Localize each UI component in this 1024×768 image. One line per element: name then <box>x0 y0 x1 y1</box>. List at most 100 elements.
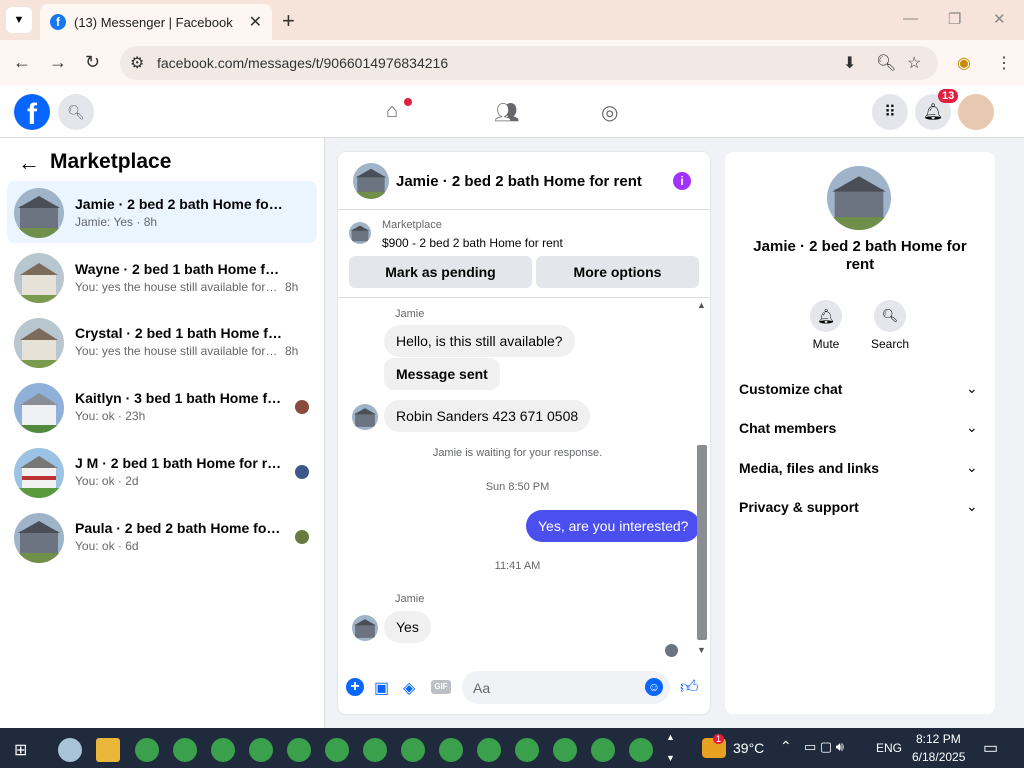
chrome-icon[interactable] <box>629 738 653 762</box>
details-avatar <box>827 166 891 230</box>
read-receipt-avatar <box>295 465 309 479</box>
chevron-up-icon[interactable]: ⌃ <box>780 738 792 755</box>
forward-icon[interactable]: → <box>49 52 67 73</box>
conversation-snippet: You: ok · 23h <box>75 409 146 423</box>
chrome-icon[interactable] <box>173 738 197 762</box>
install-app-icon[interactable]: ⬇ <box>843 53 856 73</box>
chrome-icon[interactable] <box>553 738 577 762</box>
app-icon[interactable] <box>58 738 82 762</box>
message-bubble[interactable]: Robin Sanders 423 671 0508 <box>384 400 591 432</box>
conversation-snippet: Jamie: Yes · 8h <box>75 215 158 229</box>
close-tab-icon[interactable]: ✕ <box>249 12 262 32</box>
search-button[interactable]: 🔍︎ <box>58 94 94 130</box>
facebook-logo-icon[interactable]: f <box>14 94 50 130</box>
system-tray-icons[interactable]: ▭ ▢ 🔊︎ <box>804 739 844 755</box>
chrome-icon[interactable] <box>401 738 425 762</box>
sticker-icon[interactable]: ◈ <box>403 678 415 698</box>
my-message-bubble[interactable]: Yes, are you interested? <box>526 510 701 542</box>
back-icon[interactable]: ← <box>13 52 31 73</box>
browser-tab[interactable]: f (13) Messenger | Facebook ✕ <box>40 4 272 40</box>
search-conversation-button[interactable]: 🔍︎ <box>874 300 906 332</box>
chrome-icon[interactable] <box>515 738 539 762</box>
message-input[interactable] <box>462 671 670 704</box>
message-bubble[interactable]: Hello, is this still available? <box>384 325 575 357</box>
account-avatar[interactable] <box>958 94 994 130</box>
notification-center-icon[interactable]: ▭ <box>983 738 998 758</box>
site-info-icon[interactable]: ⚙ <box>130 53 144 73</box>
conversation-snippet: You: ok · 2d <box>75 474 139 488</box>
scrollbar-thumb[interactable] <box>697 445 707 640</box>
bell-icon: 🔔︎ <box>922 104 944 121</box>
mute-button[interactable]: 🔔︎ <box>810 300 842 332</box>
listing-description[interactable]: $900 - 2 bed 2 bath Home for rent <box>382 236 563 250</box>
gif-icon[interactable]: GIF <box>431 680 451 694</box>
emoji-icon[interactable]: ☺ <box>645 678 663 696</box>
chrome-icon[interactable] <box>477 738 501 762</box>
taskbar-scroll-down-icon[interactable]: ▼ <box>666 753 675 763</box>
minimize-icon[interactable]: — <box>903 10 918 27</box>
profile-icon[interactable]: ◉ <box>957 53 971 73</box>
privacy-support-section[interactable]: Privacy & support <box>739 499 859 515</box>
chrome-icon[interactable] <box>439 738 463 762</box>
close-window-icon[interactable]: ✕ <box>993 10 1006 28</box>
chrome-icon[interactable] <box>211 738 235 762</box>
chat-title[interactable]: Jamie · 2 bed 2 bath Home for rent <box>396 173 642 190</box>
scroll-up-icon[interactable]: ▲ <box>697 300 706 310</box>
chrome-icon[interactable] <box>287 738 311 762</box>
tab-search-button[interactable]: ▼ <box>6 7 32 33</box>
conversation-snippet: You: yes the house still available for r… <box>75 344 280 358</box>
message-bubble[interactable]: Yes <box>384 611 431 643</box>
file-explorer-icon[interactable] <box>96 738 120 762</box>
menu-grid-button[interactable]: ⠿ <box>872 94 908 130</box>
notification-badge: 13 <box>938 89 959 103</box>
zoom-icon[interactable]: 🔍︎ <box>876 53 896 73</box>
chevron-down-icon[interactable]: ⌄ <box>966 498 978 515</box>
weather-temp[interactable]: 39°C <box>733 740 764 756</box>
language-indicator[interactable]: ENG <box>876 741 902 755</box>
bookmark-star-icon[interactable]: ☆ <box>907 53 921 73</box>
read-receipt-avatar <box>295 530 309 544</box>
chat-scrollbar[interactable] <box>697 300 707 655</box>
customize-chat-section[interactable]: Customize chat <box>739 381 842 397</box>
chrome-icon[interactable] <box>363 738 387 762</box>
restore-icon[interactable]: ❐ <box>948 10 961 28</box>
thumbs-up-icon[interactable]: 👍︎ <box>680 676 699 698</box>
conversation-time: 8h <box>285 280 299 294</box>
message-sent-card[interactable]: Message sent <box>384 358 500 390</box>
chat-avatar[interactable] <box>353 163 389 199</box>
photo-icon[interactable]: ▣ <box>374 678 389 698</box>
chevron-down-icon[interactable]: ⌄ <box>966 459 978 476</box>
groups-icon[interactable]: ◎ <box>601 100 618 125</box>
clock-date[interactable]: 6/18/2025 <box>912 750 965 764</box>
read-receipt-avatar <box>295 400 309 414</box>
chrome-icon[interactable] <box>135 738 159 762</box>
reload-icon[interactable]: ↻ <box>85 52 100 73</box>
chrome-icon[interactable] <box>325 738 349 762</box>
message-input-placeholder[interactable]: Aa <box>473 680 490 696</box>
listing-thumbnail <box>14 513 64 563</box>
back-arrow-icon[interactable]: ← <box>18 150 40 176</box>
chrome-icon[interactable] <box>591 738 615 762</box>
new-tab-button[interactable]: + <box>282 8 295 34</box>
info-icon[interactable]: i <box>673 172 691 190</box>
chevron-down-icon[interactable]: ⌄ <box>966 419 978 436</box>
conversation-name: Wayne · 2 bed 1 bath Home for rent <box>75 261 285 277</box>
weather-badge: 1 <box>713 734 725 744</box>
menu-dots-icon[interactable]: ⋮ <box>996 53 1012 73</box>
plus-icon[interactable]: + <box>346 678 364 696</box>
url-text[interactable]: facebook.com/messages/t/9066014976834216 <box>157 55 448 71</box>
scroll-down-icon[interactable]: ▼ <box>697 645 706 655</box>
more-options-button[interactable]: More options <box>536 256 699 288</box>
clock-time[interactable]: 8:12 PM <box>916 732 961 746</box>
friends-icon[interactable]: 👥︎ <box>494 100 519 125</box>
media-files-links-section[interactable]: Media, files and links <box>739 460 879 476</box>
listing-thumbnail <box>14 253 64 303</box>
taskbar-scroll-up-icon[interactable]: ▲ <box>666 732 675 742</box>
search-icon: 🔍︎ <box>67 103 85 120</box>
mark-as-pending-button[interactable]: Mark as pending <box>349 256 532 288</box>
windows-start-icon[interactable]: ⊞ <box>14 740 27 760</box>
chevron-down-icon[interactable]: ⌄ <box>966 380 978 397</box>
home-icon[interactable]: ⌂ <box>386 100 398 123</box>
chat-members-section[interactable]: Chat members <box>739 420 836 436</box>
chrome-icon[interactable] <box>249 738 273 762</box>
